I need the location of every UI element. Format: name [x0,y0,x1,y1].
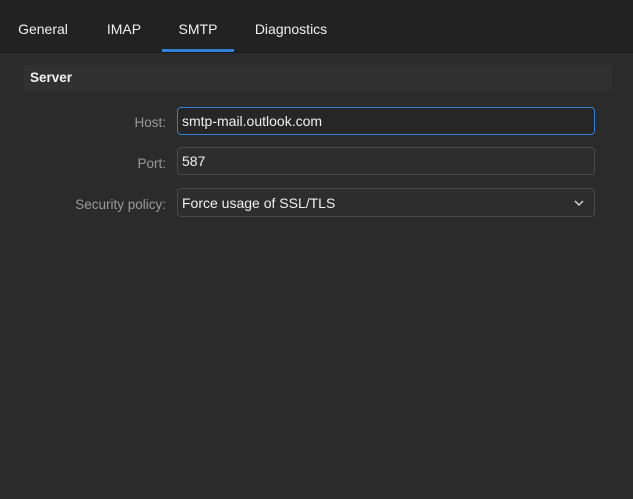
tab-smtp[interactable]: SMTP [162,0,234,52]
port-label: Port: [137,156,166,171]
security-policy-value: Force usage of SSL/TLS [182,195,336,211]
host-input[interactable] [177,107,595,135]
tab-imap[interactable]: IMAP [95,0,153,52]
section-title: Server [30,70,73,85]
host-label: Host: [134,115,166,130]
chevron-down-icon [574,200,584,206]
security-policy-select[interactable]: Force usage of SSL/TLS [177,188,595,217]
tab-diagnostics[interactable]: Diagnostics [244,0,338,52]
security-policy-label: Security policy: [75,197,166,212]
tab-general[interactable]: General [6,0,80,52]
server-section-header: Server [24,65,612,91]
port-input[interactable] [177,147,595,175]
tab-bar: General IMAP SMTP Diagnostics [0,0,633,53]
